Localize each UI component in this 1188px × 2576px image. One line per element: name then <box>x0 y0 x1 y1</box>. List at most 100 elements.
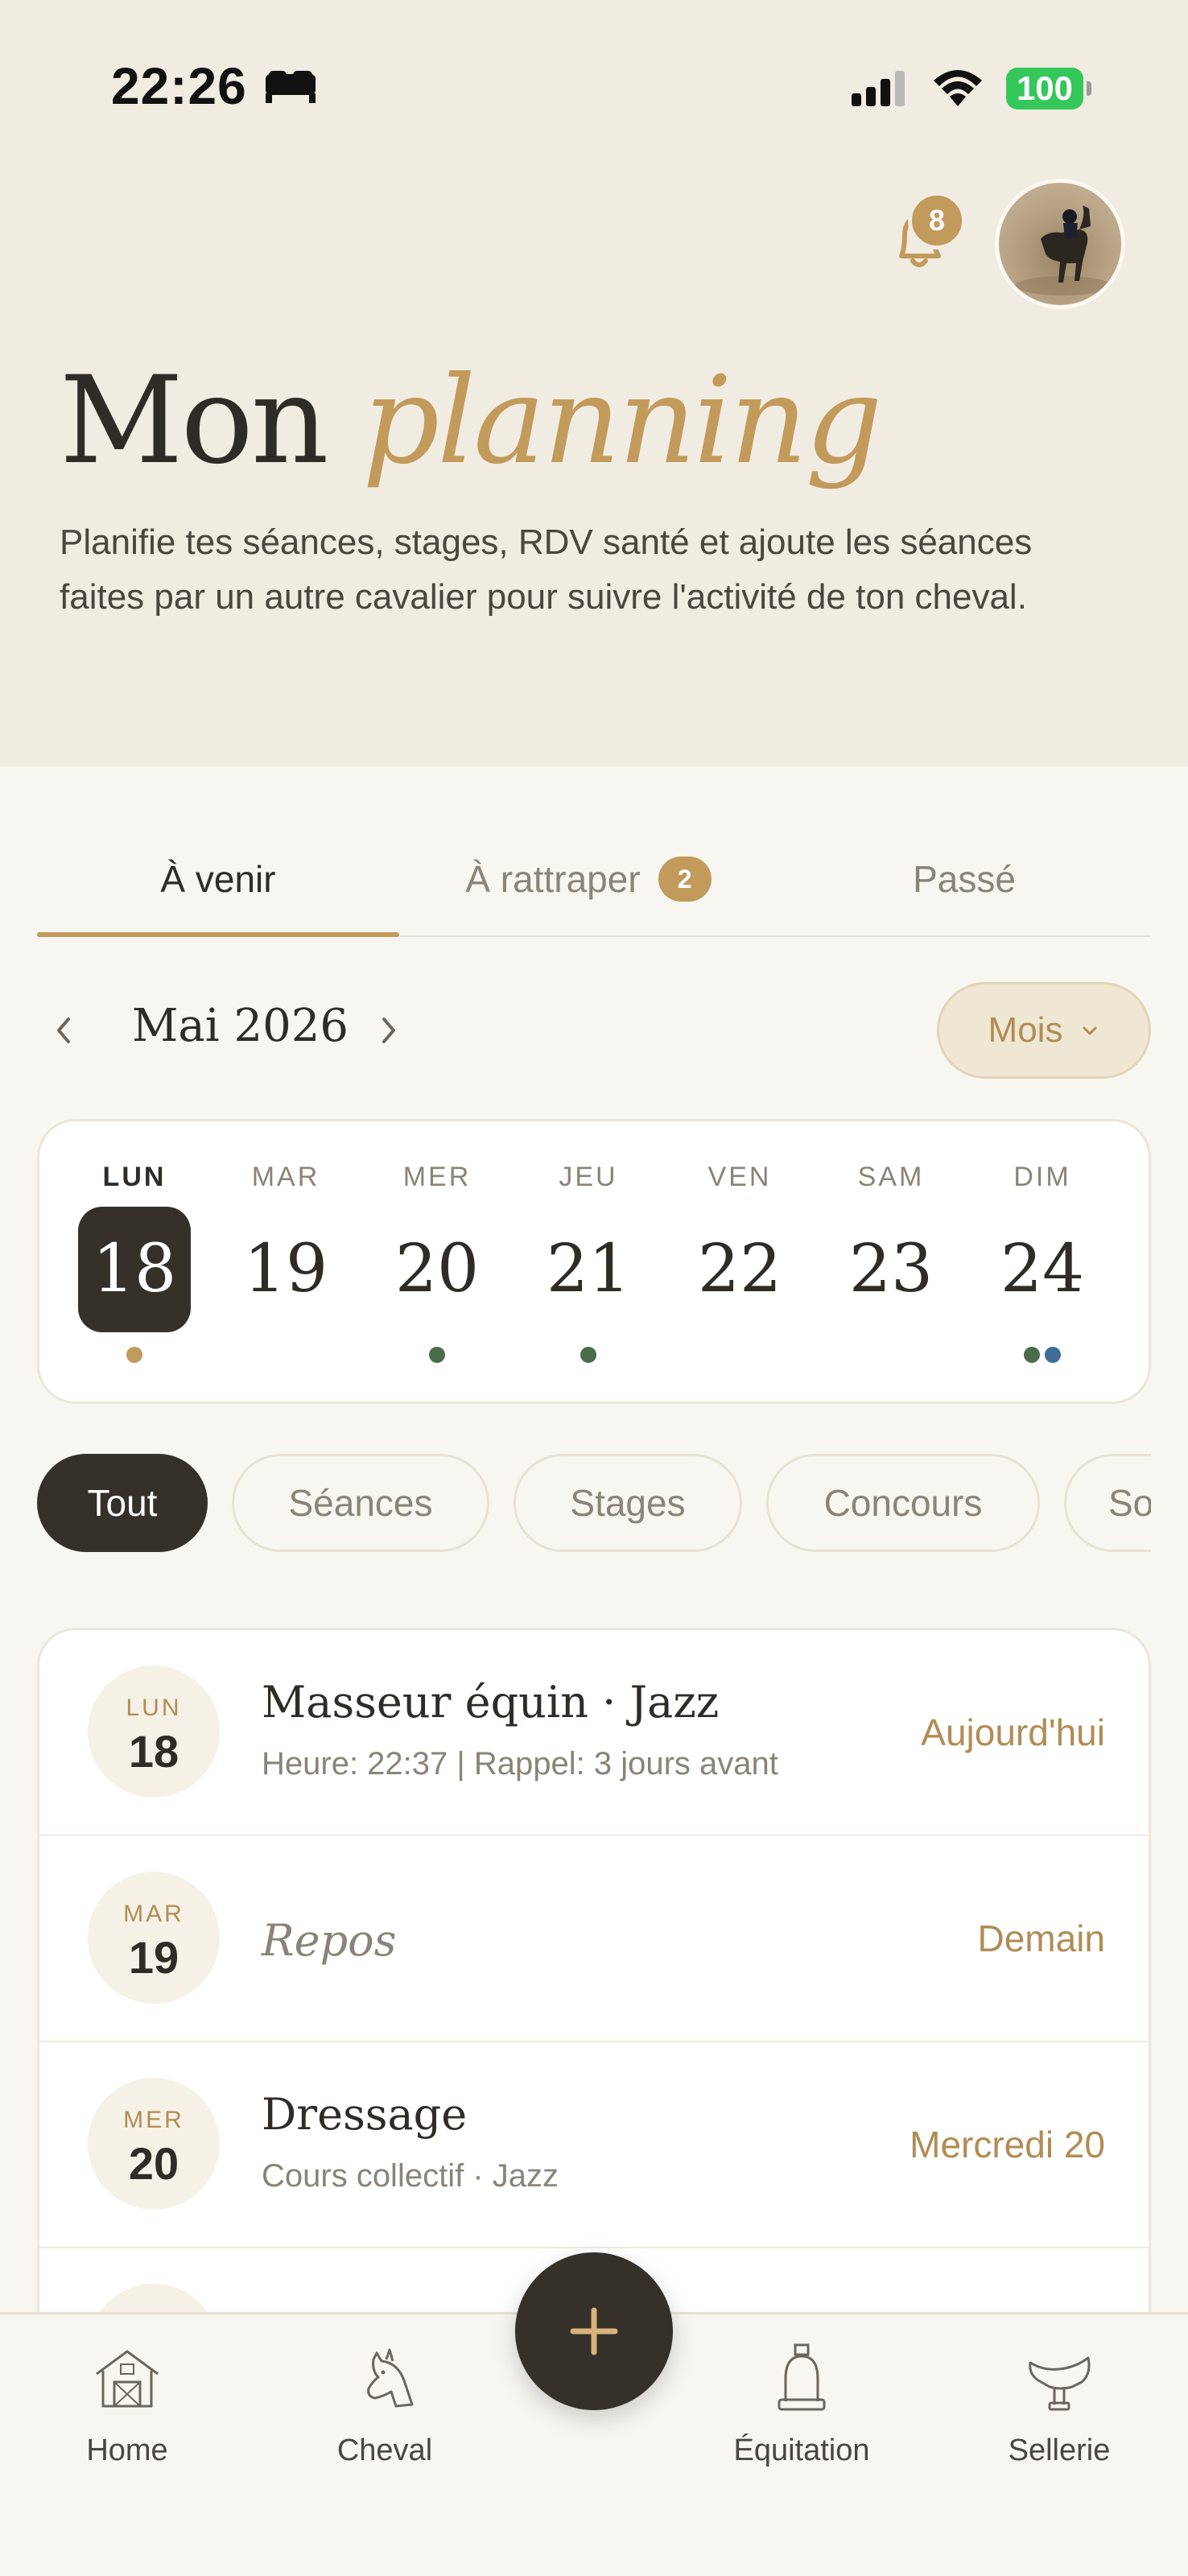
month-navigator: Mai 2026 Mois <box>37 982 1151 1082</box>
chevron-down-icon <box>1083 1026 1097 1035</box>
event-weekday: MER <box>123 2107 184 2133</box>
event-day-number: 19 <box>128 1932 179 1983</box>
notification-badge: 8 <box>908 192 966 250</box>
view-mode-label: Mois <box>988 1010 1063 1050</box>
chevron-right-icon <box>382 1018 395 1043</box>
page-title-accent: planning <box>362 351 882 491</box>
battery-indicator: 100 <box>1006 68 1091 109</box>
filter-sessions[interactable]: Séances <box>232 1454 489 1552</box>
event-title: Dressage <box>262 2089 468 2140</box>
active-tab-indicator <box>37 932 399 937</box>
cellular-signal-icon <box>852 71 905 106</box>
event-date-badge: LUN 18 <box>88 1666 220 1798</box>
calendar-day-number: 21 <box>546 1231 631 1307</box>
calendar-day[interactable]: LUN 18 <box>59 1121 210 1406</box>
calendar-day-number: 23 <box>848 1231 934 1307</box>
previous-month-button[interactable] <box>40 1006 89 1055</box>
calendar-weekday: SAM <box>857 1162 925 1192</box>
calendar-day-number: 19 <box>243 1231 328 1307</box>
list-item[interactable]: MAR 19 Repos Demain <box>39 1836 1149 2042</box>
list-item[interactable]: LUN 18 Masseur équin · Jazz Heure: 22:37… <box>39 1630 1149 1836</box>
page-title-main: Mon <box>60 351 329 491</box>
page-title: Mon planning <box>60 361 882 481</box>
tab-upcoming[interactable]: À venir <box>37 821 399 937</box>
page-header: 22:26 100 8 Mon planning Planifie tes sé… <box>0 0 1188 766</box>
event-indicator-dots <box>967 1347 1118 1364</box>
tab-label: À venir <box>160 858 276 900</box>
calendar-day-number: 20 <box>394 1231 480 1307</box>
calendar-day[interactable]: JEU 21 <box>513 1121 664 1406</box>
view-mode-dropdown[interactable]: Mois <box>937 982 1151 1079</box>
status-bar: 22:26 100 <box>0 0 1188 177</box>
filter-competitions[interactable]: Concours <box>766 1454 1040 1552</box>
month-label: Mai 2026 <box>132 1000 349 1052</box>
calendar-weekday: MER <box>402 1162 472 1192</box>
event-date-badge: MAR 19 <box>88 1872 220 2004</box>
event-weekday: LUN <box>126 1695 182 1721</box>
event-list: LUN 18 Masseur équin · Jazz Heure: 22:37… <box>37 1628 1151 2320</box>
event-relative-date: Mercredi 20 <box>910 2124 1105 2165</box>
calendar-day[interactable]: DIM 24 <box>967 1121 1118 1406</box>
tab-past[interactable]: Passé <box>778 821 1151 937</box>
calendar-day-number: 24 <box>1000 1231 1085 1307</box>
week-strip: LUN 18 MAR 19 MER 20 JEU 21 VEN 22 SAM 23 DIM 24 <box>37 1119 1151 1404</box>
event-date-badge: MER 20 <box>88 2078 220 2210</box>
tab-label: Passé <box>913 858 1016 900</box>
calendar-day[interactable]: MER 20 <box>361 1121 513 1406</box>
plus-icon <box>570 2307 618 2355</box>
filter-all[interactable]: Tout <box>37 1454 208 1552</box>
event-dot <box>1045 1347 1061 1363</box>
catch-up-count-badge: 2 <box>658 857 712 902</box>
calendar-day[interactable]: VEN 22 <box>664 1121 815 1406</box>
status-time: 22:26 <box>111 57 247 115</box>
calendar-weekday: VEN <box>707 1162 772 1192</box>
event-indicator-dots <box>59 1347 210 1364</box>
event-relative-date: Demain <box>977 1918 1105 1959</box>
page-subtitle: Planifie tes séances, stages, RDV santé … <box>60 522 1033 617</box>
calendar-weekday: JEU <box>559 1162 618 1192</box>
planning-tabs: À venir À rattraper 2 Passé <box>37 821 1151 937</box>
stirrup-icon <box>778 2343 826 2411</box>
calendar-day-number: 22 <box>697 1231 782 1307</box>
event-dot <box>580 1347 596 1363</box>
filter-more[interactable]: So <box>1064 1454 1151 1552</box>
event-subtitle: Heure: 22:37 | Rappel: 3 jours avant <box>262 1746 778 1781</box>
bed-icon <box>266 71 316 103</box>
nav-label: Équitation <box>733 2434 870 2467</box>
nav-home[interactable]: Home <box>31 2339 224 2483</box>
tab-label: À rattraper <box>465 858 641 900</box>
calendar-day-number: 18 <box>78 1207 191 1332</box>
barn-icon <box>96 2350 159 2408</box>
tab-catch-up[interactable]: À rattraper 2 <box>399 821 778 937</box>
event-indicator-dots <box>210 1347 361 1364</box>
calendar-weekday: LUN <box>102 1162 167 1192</box>
nav-label: Cheval <box>336 2434 433 2467</box>
event-dot <box>126 1347 142 1363</box>
event-day-number: 18 <box>128 1726 179 1777</box>
calendar-weekday: DIM <box>1013 1162 1071 1192</box>
event-subtitle: Cours collectif · Jazz <box>262 2158 559 2194</box>
calendar-weekday: MAR <box>251 1162 320 1192</box>
nav-horse[interactable]: Cheval <box>288 2339 481 2483</box>
filter-chips: Tout Séances Stages Concours So <box>37 1451 1151 1555</box>
saddle-icon <box>1029 2356 1091 2411</box>
horse-head-icon <box>367 2348 414 2408</box>
add-event-button[interactable] <box>515 2252 673 2410</box>
event-indicator-dots <box>664 1347 815 1364</box>
event-dot <box>429 1347 445 1363</box>
chevron-left-icon <box>57 1018 70 1043</box>
next-month-button[interactable] <box>364 1006 412 1055</box>
event-title: Masseur équin · Jazz <box>262 1677 720 1728</box>
calendar-day[interactable]: MAR 19 <box>210 1121 361 1406</box>
nav-tack[interactable]: Sellerie <box>963 2339 1156 2483</box>
nav-riding[interactable]: Équitation <box>705 2339 898 2483</box>
avatar[interactable] <box>995 179 1125 309</box>
filter-stages[interactable]: Stages <box>514 1454 742 1552</box>
list-item[interactable]: MER 20 Dressage Cours collectif · Jazz M… <box>39 2042 1149 2248</box>
event-weekday: MAR <box>123 1901 184 1927</box>
wifi-icon <box>934 70 982 106</box>
event-indicator-dots <box>815 1347 967 1364</box>
event-title: Repos <box>262 1915 397 1966</box>
calendar-day[interactable]: SAM 23 <box>815 1121 967 1406</box>
event-indicator-dots <box>513 1347 664 1364</box>
